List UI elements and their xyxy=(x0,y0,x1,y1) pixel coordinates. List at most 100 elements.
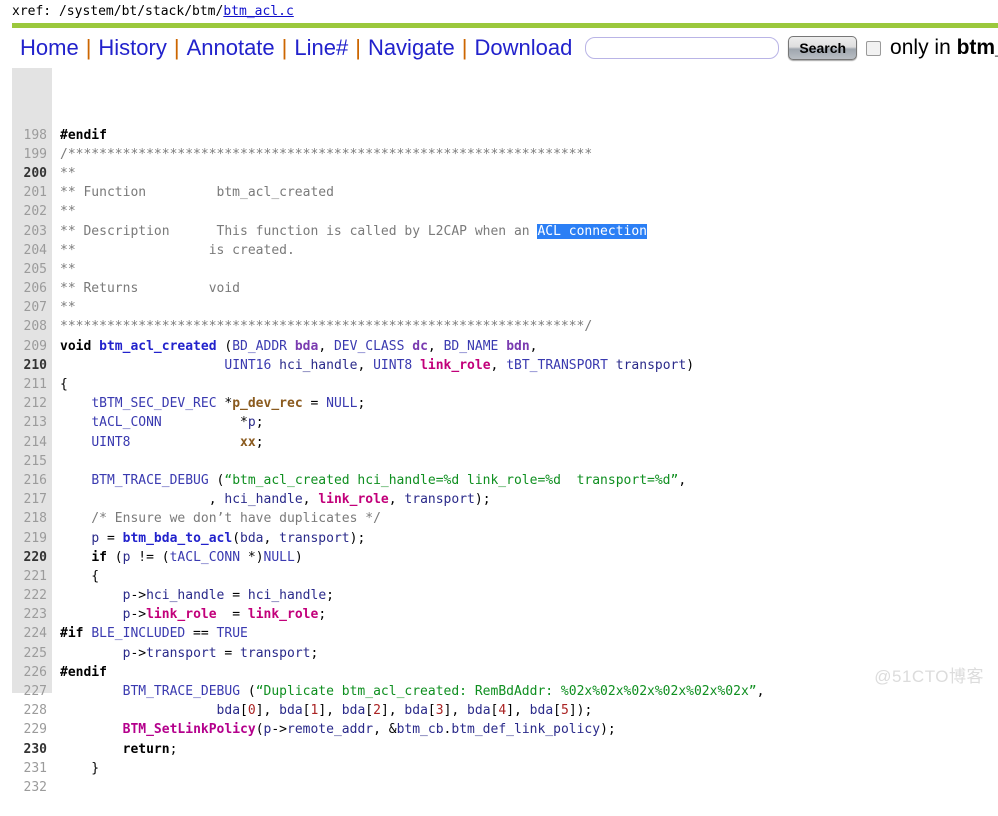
code-token: * xyxy=(216,396,233,412)
code-token: ], xyxy=(443,703,468,719)
line-number[interactable]: 232 xyxy=(12,778,52,797)
code-token: -> xyxy=(130,645,147,661)
nav-link-history[interactable]: History xyxy=(92,35,172,61)
code-token: btm_def_link_policy xyxy=(451,722,601,738)
nav-link-navigate[interactable]: Navigate xyxy=(362,35,461,61)
line-number[interactable]: 230 xyxy=(12,740,52,759)
line-number[interactable]: 210 xyxy=(12,356,52,375)
line-number[interactable]: 223 xyxy=(12,605,52,624)
line-number[interactable]: 225 xyxy=(12,644,52,663)
code-line-text: p->link_role = link_role; xyxy=(52,605,327,624)
line-number[interactable]: 221 xyxy=(12,567,52,586)
selected-text[interactable]: ACL connection xyxy=(537,223,648,239)
xref-path-link[interactable]: btm_acl.c xyxy=(223,4,293,19)
code-line: 222 p->hci_handle = hci_handle; xyxy=(12,586,998,605)
line-number[interactable]: 213 xyxy=(12,413,52,432)
line-number[interactable]: 207 xyxy=(12,298,52,317)
line-number[interactable]: 199 xyxy=(12,145,52,164)
line-number[interactable]: 204 xyxy=(12,241,52,260)
line-number[interactable]: 228 xyxy=(12,701,52,720)
code-line: 200 ** xyxy=(12,164,998,183)
nav-link-linenum[interactable]: Line# xyxy=(288,35,354,61)
code-line-text: ** Description This function is called b… xyxy=(52,222,648,241)
code-token: p xyxy=(91,530,100,546)
line-number[interactable]: 206 xyxy=(12,279,52,298)
code-token: [ xyxy=(553,703,561,719)
line-number[interactable]: 208 xyxy=(12,317,52,336)
navigation-bar: Home | History | Annotate | Line# | Navi… xyxy=(0,28,998,68)
line-number[interactable]: 202 xyxy=(12,202,52,221)
code-line: 202 ** xyxy=(12,202,998,221)
code-token: p_dev_rec xyxy=(232,396,303,412)
line-number[interactable]: 215 xyxy=(12,452,52,471)
only-in-checkbox[interactable] xyxy=(866,40,882,56)
code-line-text: UINT8 xx; xyxy=(52,433,263,452)
line-number[interactable]: 231 xyxy=(12,759,52,778)
nav-link-home[interactable]: Home xyxy=(14,35,85,61)
line-number[interactable]: 222 xyxy=(12,586,52,605)
code-token: DEV_CLASS xyxy=(333,338,405,354)
code-line: 201 ** Function btm_acl_created xyxy=(12,183,998,202)
line-number[interactable]: 216 xyxy=(12,471,52,490)
line-number[interactable]: 219 xyxy=(12,529,52,548)
code-token: ; xyxy=(326,588,334,604)
code-token: , xyxy=(388,492,405,508)
code-line-text: { xyxy=(52,567,99,586)
line-number[interactable]: 218 xyxy=(12,509,52,528)
code-token: ], xyxy=(255,703,280,719)
code-token: ** xyxy=(60,300,76,316)
line-number[interactable]: 209 xyxy=(12,337,52,356)
code-line-text: ** xyxy=(52,202,76,221)
search-button[interactable]: Search xyxy=(788,36,858,60)
code-line-text: UINT16 hci_handle, UINT8 link_role, tBT_… xyxy=(52,356,694,375)
nav-link-download[interactable]: Download xyxy=(469,35,579,61)
code-token: -> xyxy=(271,722,287,738)
search-input[interactable] xyxy=(585,37,780,59)
code-line: 215 xyxy=(12,452,998,471)
code-token: . xyxy=(443,722,452,738)
code-line: 232 xyxy=(12,778,998,797)
code-token: 4 xyxy=(498,703,507,719)
code-line-text: p->transport = transport; xyxy=(52,644,319,663)
code-token: hci_handle xyxy=(224,492,303,508)
code-token: ( xyxy=(232,530,241,546)
line-number[interactable]: 224 xyxy=(12,624,52,643)
code-token: #if xyxy=(60,626,84,642)
line-number[interactable]: 214 xyxy=(12,433,52,452)
line-number[interactable]: 212 xyxy=(12,394,52,413)
code-token: UINT8 xyxy=(373,357,413,373)
code-token: == xyxy=(185,626,217,642)
code-line-text: BTM_SetLinkPolicy(p->remote_addr, &btm_c… xyxy=(52,720,616,739)
nav-separator-3: | xyxy=(281,35,288,60)
xref-path-line: xref: /system/bt/stack/btm/btm_acl.c xyxy=(0,0,998,23)
code-token: } xyxy=(60,760,100,776)
code-token: bda xyxy=(216,703,241,719)
code-line-text: return; xyxy=(52,740,178,759)
line-number[interactable]: 217 xyxy=(12,490,52,509)
line-number[interactable]: 220 xyxy=(12,548,52,567)
line-number[interactable]: 201 xyxy=(12,183,52,202)
line-number[interactable]: 203 xyxy=(12,222,52,241)
nav-link-annotate[interactable]: Annotate xyxy=(181,35,281,61)
code-token: ], xyxy=(318,703,342,719)
line-number[interactable]: 211 xyxy=(12,375,52,394)
code-line: 205 ** xyxy=(12,260,998,279)
xref-space xyxy=(51,4,59,19)
code-token: , xyxy=(756,684,765,700)
line-number[interactable]: 198 xyxy=(12,126,52,145)
code-token: hci_handle xyxy=(146,588,225,604)
code-token: ( xyxy=(240,684,256,700)
line-number[interactable]: 227 xyxy=(12,682,52,701)
code-line: 226 #endif xyxy=(12,663,998,682)
line-number[interactable]: 205 xyxy=(12,260,52,279)
line-number[interactable]: 229 xyxy=(12,720,52,739)
line-number[interactable]: 226 xyxy=(12,663,52,682)
code-line: 228 bda[0], bda[1], bda[2], bda[3], bda[… xyxy=(12,701,998,720)
code-line-text: tBTM_SEC_DEV_REC *p_dev_rec = NULL; xyxy=(52,394,365,413)
line-number[interactable]: 200 xyxy=(12,164,52,183)
